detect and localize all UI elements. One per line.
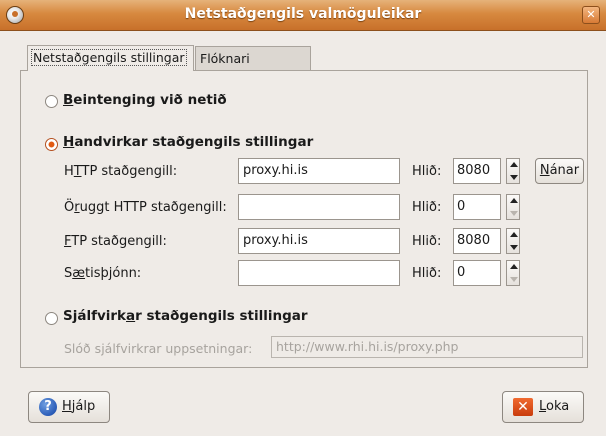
ftp-port-field[interactable]: 8080 [453,228,501,254]
tab-label: Netstaðgengils stillingar [31,49,187,66]
direct-connection-label[interactable]: Beintenging við netið [63,92,227,108]
socks-port-label: Hlið: [412,266,442,281]
socks-host-label: Sætisþjónn: [64,266,142,281]
window-title: Netstaðgengils valmöguleikar [184,6,422,22]
tab-advanced-settings[interactable]: Flóknari stillingar [195,46,311,90]
spin-down-icon[interactable] [510,245,518,250]
window-close-button[interactable]: ✕ [582,6,600,24]
spin-down-icon [510,211,518,216]
title-bar: Netstaðgengils valmöguleikar ✕ [0,0,606,31]
close-button-label: Loka [539,399,570,414]
spin-up-icon[interactable] [510,232,518,237]
autoconfig-url-field: http://www.rhi.hi.is/proxy.php [271,336,583,358]
tab-proxy-settings[interactable]: Netstaðgengils stillingar [27,45,194,71]
details-button[interactable]: Nánar [535,158,584,184]
spin-down-icon[interactable] [510,175,518,180]
ftp-proxy-label: FTP staðgengill: [64,234,167,249]
manual-proxy-radio[interactable] [45,138,58,151]
socks-port-spinner[interactable] [506,260,520,286]
socks-host-field[interactable] [238,260,400,286]
close-button[interactable]: ✕ Loka [502,391,584,423]
automatic-proxy-label[interactable]: Sjálfvirkar staðgengils stillingar [63,308,308,324]
http-proxy-label: HTTP staðgengill: [64,164,178,179]
help-button-label: Hjálp [62,399,96,414]
spin-up-icon[interactable] [510,198,518,203]
http-proxy-host-field[interactable]: proxy.hi.is [238,158,400,184]
socks-port-field[interactable]: 0 [453,260,501,286]
http-port-label: Hlið: [412,164,442,179]
direct-connection-radio[interactable] [45,95,58,108]
spin-down-icon [510,277,518,282]
http-port-field[interactable]: 8080 [453,158,501,184]
secure-http-proxy-label: Öruggt HTTP staðgengill: [64,200,227,215]
secure-port-label: Hlið: [412,200,442,215]
manual-proxy-label[interactable]: Handvirkar staðgengils stillingar [63,134,313,150]
help-icon: ? [39,398,57,416]
ftp-proxy-host-field[interactable]: proxy.hi.is [238,228,400,254]
secure-port-field[interactable]: 0 [453,194,501,220]
spin-up-icon[interactable] [510,162,518,167]
ftp-port-spinner[interactable] [506,228,520,254]
close-icon: ✕ [513,398,533,416]
http-port-spinner[interactable] [506,158,520,184]
ftp-port-label: Hlið: [412,234,442,249]
autoconfig-url-label: Slóð sjálfvirkrar uppsetningar: [64,341,253,356]
secure-port-spinner[interactable] [506,194,520,220]
automatic-proxy-radio[interactable] [45,312,58,325]
help-button[interactable]: ? Hjálp [28,391,110,423]
secure-http-proxy-host-field[interactable] [238,194,400,220]
spin-up-icon[interactable] [510,264,518,269]
